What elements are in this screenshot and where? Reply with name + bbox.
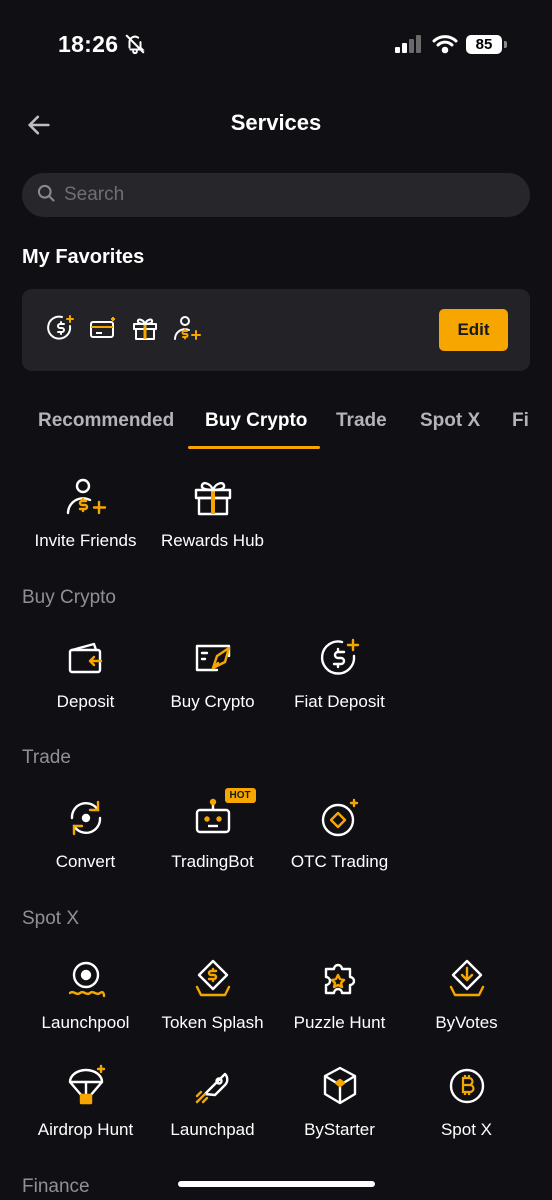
wifi-icon <box>432 34 458 59</box>
service-label: Token Splash <box>161 1013 264 1032</box>
section-title-spot-x: Spot X <box>22 908 80 929</box>
service-tradingbot[interactable]: HOT TradingBot <box>149 788 276 872</box>
robot-icon: HOT <box>191 788 256 840</box>
service-label: Rewards Hub <box>161 531 264 550</box>
vote-icon <box>445 957 489 1001</box>
service-byvotes[interactable]: ByVotes <box>403 957 530 1033</box>
search-icon <box>36 183 56 208</box>
service-launchpad[interactable]: Launchpad <box>149 1064 276 1140</box>
section-title-buy-crypto: Buy Crypto <box>22 587 116 608</box>
battery-indicator: 85 <box>466 35 507 54</box>
service-label: Spot X <box>440 1120 493 1139</box>
clock: 18:26 <box>58 31 119 57</box>
status-bar: 18:26 85 <box>0 0 552 90</box>
service-label: Buy Crypto <box>170 692 255 711</box>
tab-recommended[interactable]: Recommended <box>38 410 174 432</box>
search-input[interactable]: Search <box>22 173 530 217</box>
service-buy-crypto[interactable]: Buy Crypto <box>149 636 276 712</box>
launchpool-icon <box>64 957 108 1001</box>
fiat-deposit-icon[interactable] <box>46 313 76 343</box>
service-label: ByVotes <box>435 1013 498 1032</box>
service-token-splash[interactable]: Token Splash <box>149 957 276 1033</box>
section-title-trade: Trade <box>22 747 71 768</box>
gift-icon[interactable] <box>130 313 160 343</box>
service-deposit[interactable]: Deposit <box>22 636 149 712</box>
card-rocket-icon <box>191 636 235 680</box>
service-label: Launchpool <box>41 1013 130 1032</box>
service-label: Deposit <box>56 692 115 711</box>
service-fiat-deposit[interactable]: Fiat Deposit <box>276 636 403 712</box>
signal-icon <box>395 35 423 58</box>
token-splash-icon <box>191 957 235 1001</box>
tab-buy-crypto[interactable]: Buy Crypto <box>205 410 307 432</box>
search-placeholder: Search <box>64 184 125 205</box>
service-label: Puzzle Hunt <box>293 1013 386 1032</box>
active-tab-indicator <box>188 446 320 449</box>
card-icon[interactable] <box>88 313 118 343</box>
convert-icon <box>64 796 108 840</box>
section-title-finance: Finance <box>22 1176 90 1197</box>
service-label: Airdrop Hunt <box>37 1120 134 1139</box>
edit-button[interactable]: Edit <box>439 309 508 351</box>
service-puzzle-hunt[interactable]: Puzzle Hunt <box>276 957 403 1033</box>
favorites-title: My Favorites <box>22 246 145 268</box>
wallet-deposit-icon <box>64 636 108 680</box>
cube-icon <box>318 1064 362 1108</box>
service-label: Invite Friends <box>34 531 137 550</box>
bitcoin-icon <box>445 1064 489 1108</box>
service-label: Convert <box>55 852 116 871</box>
page-title: Services <box>230 110 322 135</box>
service-label: TradingBot <box>171 852 254 871</box>
tab-finance[interactable]: Fi <box>512 410 529 432</box>
service-label: ByStarter <box>304 1120 375 1139</box>
service-rewards-hub[interactable]: Rewards Hub <box>149 475 276 551</box>
invite-user-icon[interactable] <box>172 313 202 343</box>
invite-user-icon <box>64 475 108 519</box>
service-label: OTC Trading <box>290 852 389 871</box>
puzzle-icon <box>318 957 362 1001</box>
service-convert[interactable]: Convert <box>22 796 149 872</box>
rocket-icon <box>191 1064 235 1108</box>
service-label: Fiat Deposit <box>294 692 385 711</box>
category-tabs: Recommended Buy Crypto Trade Spot X Fi <box>0 400 552 450</box>
service-bystarter[interactable]: ByStarter <box>276 1064 403 1140</box>
header: Services <box>0 100 552 150</box>
parachute-icon <box>64 1064 108 1108</box>
dollar-plus-icon <box>318 636 362 680</box>
service-otc-trading[interactable]: OTC Trading <box>276 796 403 872</box>
hot-badge: HOT <box>224 788 256 803</box>
home-indicator[interactable] <box>178 1181 375 1187</box>
tab-trade[interactable]: Trade <box>336 410 387 432</box>
tab-spot-x[interactable]: Spot X <box>420 410 480 432</box>
gift-icon <box>191 475 235 519</box>
otc-icon <box>318 796 362 840</box>
service-invite-friends[interactable]: Invite Friends <box>22 475 149 551</box>
service-airdrop-hunt[interactable]: Airdrop Hunt <box>22 1064 149 1140</box>
service-launchpool[interactable]: Launchpool <box>22 957 149 1033</box>
service-spot-x[interactable]: Spot X <box>403 1064 530 1140</box>
favorites-panel: Edit <box>22 289 530 371</box>
service-label: Launchpad <box>170 1120 255 1139</box>
bell-muted-icon <box>124 33 146 60</box>
